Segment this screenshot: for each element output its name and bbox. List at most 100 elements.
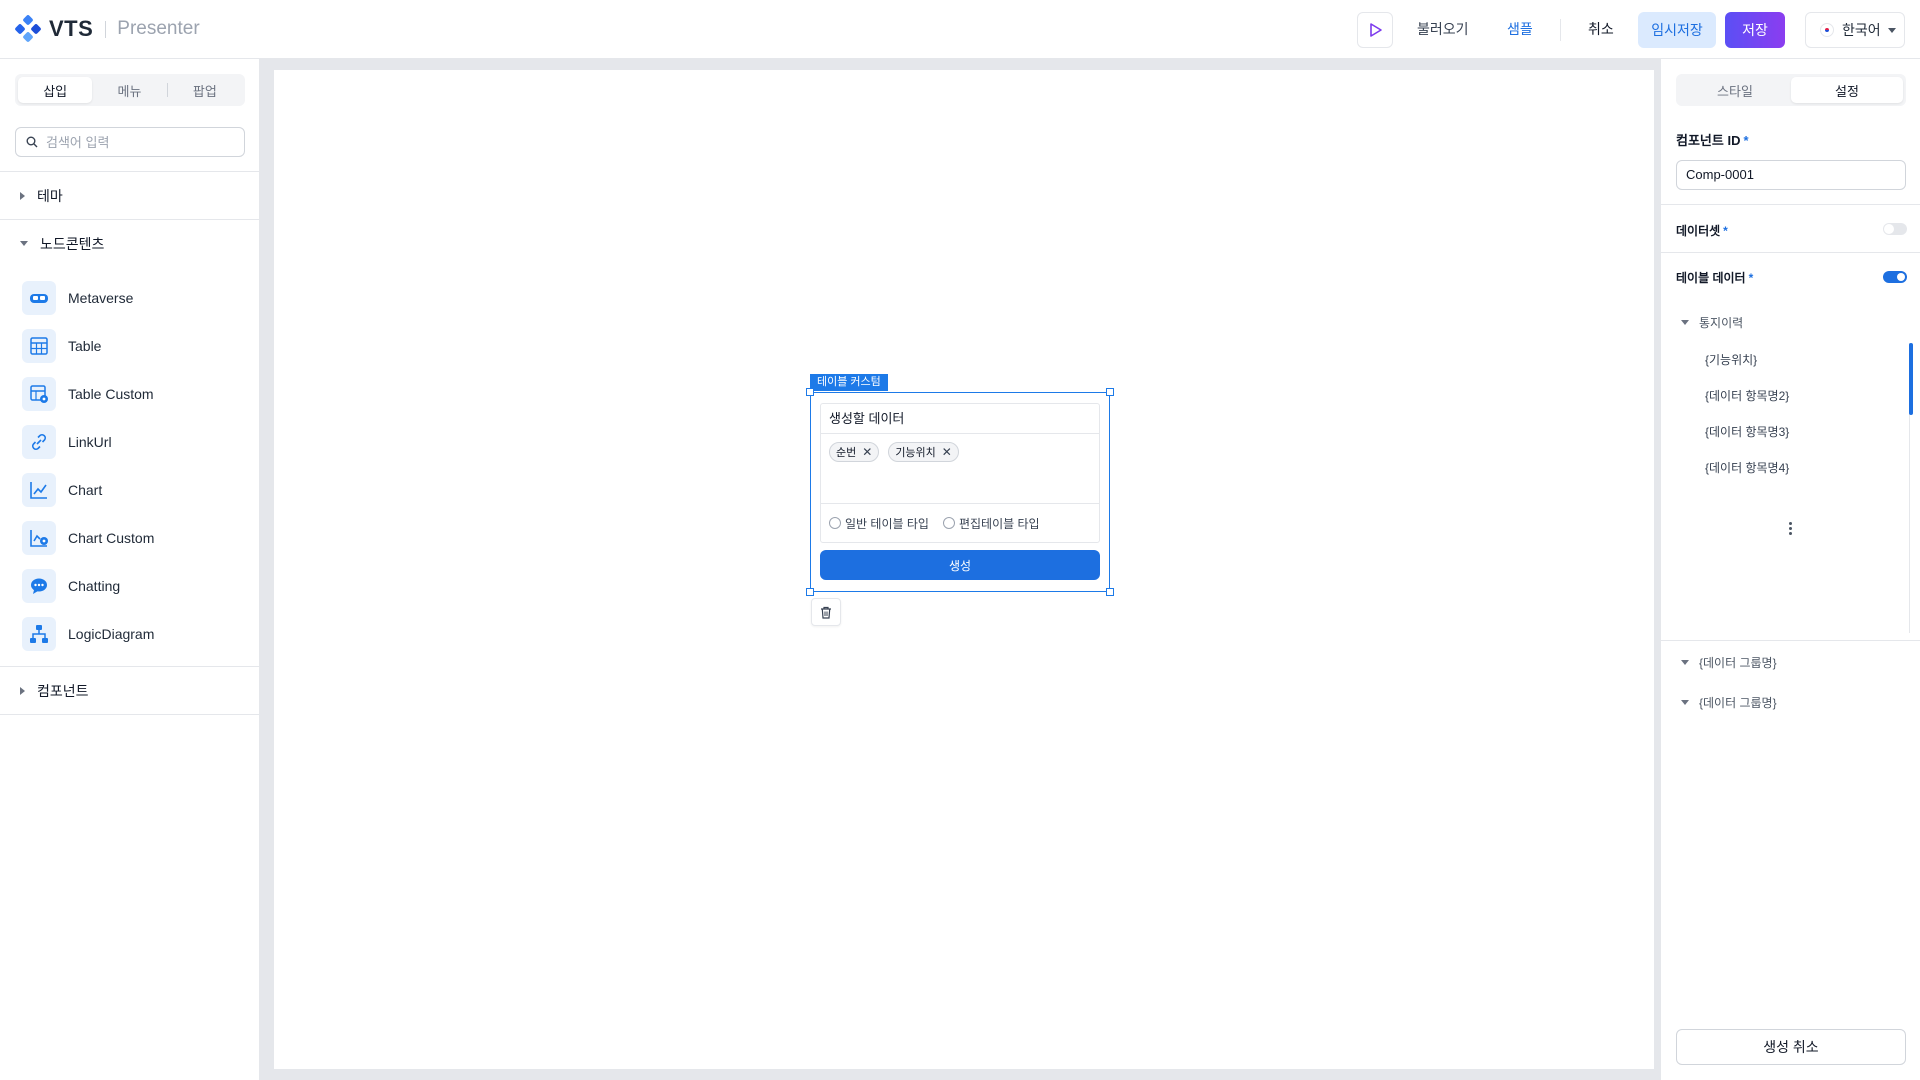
resize-handle[interactable] <box>1106 588 1114 596</box>
caret-down-icon <box>20 241 28 246</box>
data-group-header[interactable]: {데이터 그룹명} <box>1681 694 1777 711</box>
node-item-label: Chart <box>68 482 103 498</box>
language-select[interactable]: 한국어 <box>1805 12 1905 48</box>
tab-style[interactable]: 스타일 <box>1679 77 1791 103</box>
radio-label: 편집테이블 타입 <box>958 516 1040 531</box>
divider <box>1661 640 1920 641</box>
node-contents-section: 노드콘텐츠 Metaverse Table Table Custom LinkU… <box>0 219 259 727</box>
save-button[interactable]: 저장 <box>1725 12 1785 48</box>
node-item-chart[interactable]: Chart <box>22 472 102 508</box>
sidebar-tabs: 삽입 메뉴 팝업 <box>15 74 245 106</box>
scrollbar-thumb[interactable] <box>1909 343 1913 415</box>
required-mark: * <box>1723 224 1728 238</box>
node-item-linkurl[interactable]: LinkUrl <box>22 424 112 460</box>
required-mark: * <box>1748 271 1754 285</box>
sample-button[interactable]: 샘플 <box>1507 19 1533 39</box>
header-divider <box>1560 19 1561 41</box>
components-section-label: 컴포넌트 <box>37 682 89 699</box>
language-label: 한국어 <box>1842 22 1881 38</box>
logo-divider <box>105 20 107 38</box>
create-button[interactable]: 생성 <box>820 550 1100 580</box>
component-id-input[interactable]: Comp-0001 <box>1676 160 1906 190</box>
table-data-label: 테이블 데이터 * <box>1676 271 1754 285</box>
chart-custom-icon <box>30 530 48 547</box>
resize-handle[interactable] <box>806 588 814 596</box>
tree-item[interactable]: {데이터 항목명4} <box>1705 459 1789 476</box>
node-item-label: Table Custom <box>68 386 154 402</box>
theme-section-header[interactable]: 테마 <box>0 172 259 219</box>
component-title: 생성할 데이터 <box>821 404 1099 434</box>
delete-component-button[interactable] <box>811 598 841 626</box>
resize-handle[interactable] <box>806 388 814 396</box>
vts-logo-icon <box>15 15 41 42</box>
data-chip: 기능위치 ✕ <box>888 442 959 462</box>
search-icon <box>26 136 38 148</box>
table-custom-icon <box>30 385 48 403</box>
right-panel-tabs: 스타일 설정 <box>1676 74 1906 106</box>
chevron-down-icon <box>1888 28 1896 33</box>
chip-list: 순번 ✕ 기능위치 ✕ <box>821 434 1099 504</box>
caret-right-icon <box>20 686 25 695</box>
chip-label: 순번 <box>836 447 857 459</box>
trash-icon <box>821 606 831 619</box>
more-options-icon[interactable] <box>1789 522 1792 535</box>
selection-tag: 테이블 커스텀 <box>810 374 888 391</box>
data-group-header[interactable]: {데이터 그룹명} <box>1681 654 1777 671</box>
node-item-table[interactable]: Table <box>22 328 101 364</box>
tree-item[interactable]: {데이터 항목명2} <box>1705 387 1789 404</box>
play-icon <box>1370 23 1382 37</box>
node-contents-section-header[interactable]: 노드콘텐츠 <box>0 220 259 267</box>
tab-popup[interactable]: 팝업 <box>168 77 242 103</box>
node-item-chart-custom[interactable]: Chart Custom <box>22 520 154 556</box>
node-item-table-custom[interactable]: Table Custom <box>22 376 154 412</box>
chip-label: 기능위치 <box>895 447 936 459</box>
link-icon <box>32 434 46 450</box>
tree-group-header[interactable]: 통지이력 <box>1681 314 1743 331</box>
radio-normal-table[interactable] <box>829 517 841 529</box>
node-item-metaverse[interactable]: Metaverse <box>22 280 133 316</box>
resize-handle[interactable] <box>1106 388 1114 396</box>
tab-insert[interactable]: 삽입 <box>18 77 93 103</box>
close-icon[interactable]: ✕ <box>862 445 872 459</box>
table-data-toggle[interactable] <box>1883 271 1907 283</box>
top-header: VTS Presenter 불러오기 샘플 취소 임시저장 저장 한국어 <box>0 0 1920 59</box>
tab-settings[interactable]: 설정 <box>1791 77 1903 103</box>
dataset-toggle[interactable] <box>1883 223 1907 235</box>
metaverse-icon <box>30 294 48 303</box>
search-input[interactable] <box>46 134 226 150</box>
table-type-radios: 일반 테이블 타입 편집테이블 타입 <box>821 504 1099 542</box>
caret-down-icon <box>1681 660 1689 665</box>
node-item-label: Metaverse <box>68 290 134 306</box>
tree-item[interactable]: {기능위치} <box>1705 351 1757 368</box>
caret-down-icon <box>1681 700 1689 705</box>
caret-down-icon <box>1681 320 1689 325</box>
required-mark: * <box>1743 133 1749 148</box>
tree-item[interactable]: {데이터 항목명3} <box>1705 423 1789 440</box>
node-item-logic-diagram[interactable]: LogicDiagram <box>22 616 154 652</box>
node-item-label: Table <box>68 338 102 354</box>
node-item-label: Chatting <box>68 578 121 594</box>
node-item-chatting[interactable]: Chatting <box>22 568 120 604</box>
components-section-header[interactable]: 컴포넌트 <box>0 667 259 714</box>
play-button[interactable] <box>1357 12 1393 48</box>
table-icon <box>30 337 48 355</box>
theme-section-label: 테마 <box>37 187 63 204</box>
radio-label: 일반 테이블 타입 <box>845 516 929 531</box>
chat-icon <box>31 578 47 594</box>
korea-flag-icon <box>1820 23 1834 37</box>
node-item-label: Chart Custom <box>68 530 155 546</box>
chart-icon <box>30 482 47 499</box>
load-button[interactable]: 불러오기 <box>1417 19 1469 39</box>
temp-save-button[interactable]: 임시저장 <box>1638 12 1716 48</box>
logo-text: VTS <box>49 16 94 41</box>
radio-edit-table[interactable] <box>942 517 955 529</box>
dataset-label: 데이터셋 * <box>1676 224 1728 238</box>
node-item-label: LogicDiagram <box>68 626 155 642</box>
table-custom-component: 생성할 데이터 순번 ✕ 기능위치 ✕ 일반 테이블 타입 편집테이블 타입 <box>820 403 1100 543</box>
tab-menu[interactable]: 메뉴 <box>92 77 166 103</box>
cancel-create-button[interactable]: 생성 취소 <box>1676 1029 1906 1065</box>
cancel-button[interactable]: 취소 <box>1588 19 1614 39</box>
app-logo[interactable]: VTS Presenter <box>14 14 200 44</box>
components-section: 컴포넌트 <box>0 666 259 715</box>
close-icon[interactable]: ✕ <box>942 445 952 459</box>
